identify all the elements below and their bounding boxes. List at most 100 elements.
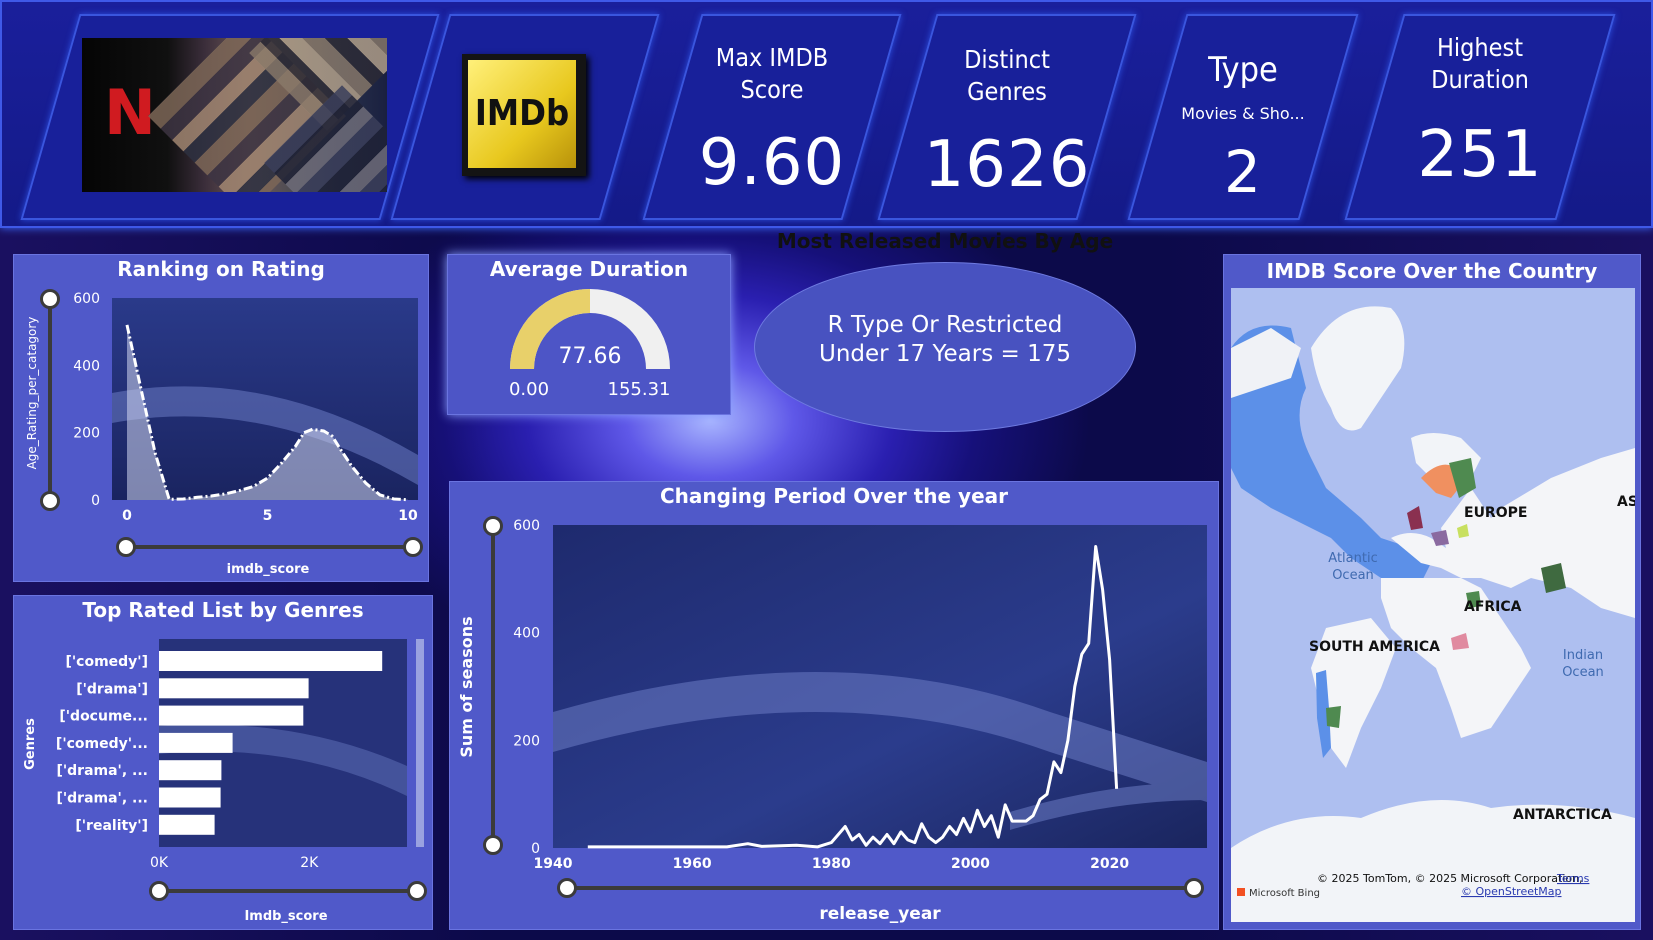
period-x-tick: 2020 [1090, 856, 1129, 872]
genres-chart: ['comedy'] ['drama'] ['docume... ['comedy'.… [23, 639, 424, 924]
distinct-genres-card: Distinct Genres 1626 [877, 14, 1137, 220]
ranking-y-axis-title: Age_Rating_per_catagory [25, 317, 39, 470]
map-terms-link[interactable]: Terms [1556, 872, 1590, 885]
genres-x-slider-left-handle[interactable] [149, 881, 169, 901]
genres-x-tick: 2K [300, 855, 319, 871]
age-card-title: Most Released Movies By Age [776, 229, 1114, 253]
ranking-x-slider-right-handle[interactable] [403, 537, 423, 557]
type-filter-dropdown[interactable]: Movies & Sho... [1159, 104, 1327, 123]
ranking-x-tick: 10 [398, 508, 418, 524]
map-label-atlantic-2: Ocean [1332, 568, 1374, 583]
map-label-indian-1: Indian [1563, 648, 1603, 663]
map-title: IMDB Score Over the Country [1266, 259, 1598, 283]
netflix-logo: N [104, 76, 156, 149]
map-panel: IMDB Score Over the Country EUROPE AS AF… [1223, 254, 1641, 930]
genre-bar[interactable] [159, 787, 221, 808]
highest-duration-label: Highest Duration [1431, 33, 1529, 94]
genre-bar[interactable] [159, 732, 233, 753]
ranking-y-slider-track[interactable] [48, 295, 52, 499]
type-value: 2 [1224, 138, 1262, 206]
period-x-tick: 1980 [812, 856, 851, 872]
map-attribution: © 2025 TomTom, © 2025 Microsoft Corporat… [1317, 872, 1583, 885]
average-duration-panel: Average Duration 77.66 0.00 155.31 [447, 254, 731, 415]
period-y-tick: 200 [513, 733, 540, 749]
genre-bar[interactable] [159, 760, 222, 781]
genres-x-slider-track[interactable] [159, 889, 419, 893]
period-y-slider-track[interactable] [491, 526, 495, 846]
genres-panel: Top Rated List by Genres ['comedy'] ['dra… [13, 595, 433, 930]
bing-logo-icon [1237, 888, 1245, 896]
imdb-logo-card: IMDb [390, 14, 660, 220]
type-card: Type Movies & Sho... 2 [1127, 14, 1359, 220]
map-label-atlantic-1: Atlantic [1328, 551, 1377, 566]
ranking-x-slider-track[interactable] [126, 545, 414, 549]
distinct-genres-label: Distinct Genres [964, 45, 1050, 106]
age-card-line2: Under 17 Years = 175 [819, 341, 1071, 367]
period-chart: 6004002000 1940 1960 1980 2000 2020 Sum of s… [457, 518, 1207, 924]
highest-duration-card: Highest Duration 251 [1344, 14, 1616, 220]
world-map[interactable]: EUROPE AS AFRICA SOUTH AMERICA ANTARCTIC… [1231, 288, 1635, 922]
imdb-logo: IMDb [468, 60, 576, 168]
gauge-max: 155.31 [608, 379, 671, 400]
kpi-bar: N IMDb Max IMDB Score 9.60 Distinct Genres… [0, 0, 1653, 228]
max-imdb-card: Max IMDB Score 9.60 [642, 14, 902, 220]
ranking-chart: 6004002000 0 5 10 Age_Rating_per_catagory … [25, 291, 418, 577]
netflix-logo-card: N [20, 14, 440, 220]
period-panel: Changing Period Over the year 600 400 200 0… [449, 481, 1219, 930]
genres-y-axis-title: Genres [23, 718, 38, 770]
genre-bar[interactable] [159, 814, 215, 835]
age-card-ellipse: R Type Or Restricted Under 17 Years = 17… [754, 262, 1136, 432]
genre-bar[interactable] [159, 651, 383, 671]
period-y-tick: 600 [513, 518, 540, 534]
map-argentina [1326, 706, 1341, 728]
max-imdb-value: 9.60 [698, 126, 846, 200]
genre-bar[interactable] [159, 678, 309, 699]
map-bing-label: Microsoft Bing [1249, 888, 1320, 899]
duration-gauge: 77.66 0.00 155.31 [509, 289, 671, 400]
netflix-banner-image: N [82, 38, 387, 192]
genre-label: ['drama'] [76, 681, 148, 697]
genre-label: ['comedy'] [65, 654, 148, 670]
gauge-min: 0.00 [509, 379, 549, 400]
genre-label: ['drama', ... [56, 763, 148, 779]
imdb-sign: IMDb [462, 54, 586, 176]
ranking-x-slider-left-handle[interactable] [116, 537, 136, 557]
period-y-tick: 0 [531, 841, 540, 857]
genres-x-slider-right-handle[interactable] [407, 881, 427, 901]
ranking-y-tick: 400 [73, 358, 100, 374]
period-y-slider-bottom-handle[interactable] [483, 835, 503, 855]
genres-x-tick: 0K [150, 855, 169, 871]
period-x-tick: 2000 [951, 856, 990, 872]
ranking-x-axis-title: imdb_score [227, 562, 310, 577]
ranking-y-tick: 200 [73, 426, 100, 442]
map-uk [1407, 506, 1423, 530]
period-x-slider-right-handle[interactable] [1184, 878, 1204, 898]
map-label-europe: EUROPE [1464, 505, 1527, 521]
period-x-slider-track[interactable] [567, 886, 1195, 890]
period-x-axis-title: release_year [819, 904, 941, 924]
distinct-genres-value: 1626 [923, 128, 1091, 202]
age-card-line1: R Type Or Restricted [827, 312, 1063, 338]
genres-x-axis-title: Imdb_score [244, 909, 327, 924]
map-label-asia: AS [1617, 494, 1635, 510]
map-osm-link[interactable]: © OpenStreetMap [1461, 885, 1562, 898]
period-x-slider-left-handle[interactable] [557, 878, 577, 898]
genre-bar[interactable] [159, 705, 304, 726]
ranking-y-slider-bottom-handle[interactable] [40, 491, 60, 511]
ranking-y-tick: 600 [73, 291, 100, 307]
period-y-axis-title: Sum of seasons [457, 616, 476, 757]
genres-scrollbar[interactable] [416, 639, 424, 847]
ranking-y-slider-top-handle[interactable] [40, 289, 60, 309]
ranking-panel: Ranking on Rating 600 400 200 0 0 5 10 Age_Ra… [13, 254, 429, 582]
ranking-x-tick: 5 [263, 508, 273, 524]
map-label-indian-2: Ocean [1562, 665, 1604, 680]
genre-label: ['drama', ... [56, 791, 148, 807]
genre-label: ['reality'] [75, 818, 148, 834]
period-y-tick: 400 [513, 626, 540, 642]
map-label-antarctica: ANTARCTICA [1513, 807, 1612, 823]
period-y-slider-top-handle[interactable] [483, 516, 503, 536]
ranking-y-tick: 0 [91, 493, 100, 509]
genre-label: ['comedy'... [56, 736, 148, 752]
max-imdb-label: Max IMDB Score [715, 43, 829, 104]
period-x-tick: 1960 [673, 856, 712, 872]
